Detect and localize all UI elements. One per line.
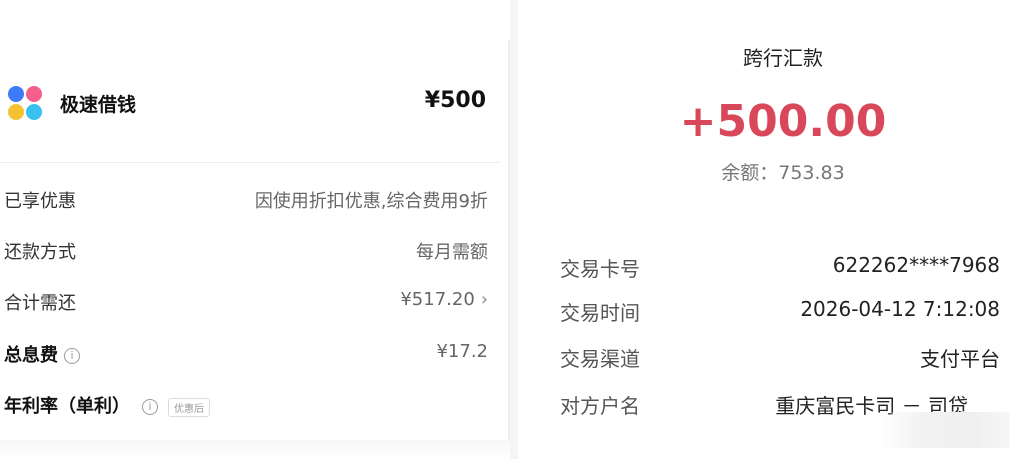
- annual-rate-row: 年利率（单利） i 优惠后: [4, 392, 488, 422]
- total-repay-row[interactable]: 合计需还 ¥517.20 ›: [4, 289, 488, 319]
- total-repay-value: ¥517.20: [400, 289, 475, 310]
- blurred-watermark: [880, 412, 1010, 448]
- card-number-label: 交易卡号: [560, 257, 640, 281]
- discount-row: 已享优惠 因使用折扣优惠,综合费用9折: [4, 187, 488, 217]
- total-interest-label-wrap: 总息费 i: [4, 341, 80, 367]
- trade-channel-label: 交易渠道: [560, 347, 640, 371]
- total-interest-label: 总息费: [4, 345, 58, 366]
- total-interest-value: ¥17.2: [436, 341, 488, 362]
- repayment-method-value: 每月需额: [416, 242, 488, 263]
- card-number-row: 交易卡号 622262****7968: [560, 253, 1000, 283]
- discount-label: 已享优惠: [4, 191, 76, 212]
- loan-amount: ¥500: [424, 88, 486, 113]
- info-icon[interactable]: i: [64, 348, 80, 364]
- four-dots-logo-icon: [8, 86, 46, 124]
- repayment-method-label: 还款方式: [4, 242, 76, 263]
- loan-summary-card: 极速借钱 ¥500 已享优惠 因使用折扣优惠,综合费用9折 还款方式 每月需额 …: [0, 0, 510, 459]
- transfer-amount: +500.00: [679, 96, 887, 147]
- trade-channel-value: 支付平台: [920, 347, 1000, 371]
- discount-tag: 优惠后: [168, 397, 210, 417]
- total-repay-value-wrap[interactable]: ¥517.20 ›: [400, 289, 488, 310]
- divider: [0, 162, 500, 163]
- trade-channel-row: 交易渠道 支付平台: [560, 343, 1000, 373]
- counterparty-label: 对方户名: [560, 394, 640, 418]
- transfer-title: 跨行汇款: [743, 46, 823, 70]
- separator-gap: [510, 0, 518, 459]
- trade-time-row: 交易时间 2026-04-12 7:12:08: [560, 297, 1000, 327]
- card-number-value: 622262****7968: [832, 253, 1000, 277]
- total-repay-label: 合计需还: [4, 293, 76, 314]
- info-icon[interactable]: i: [142, 399, 158, 415]
- annual-rate-label: 年利率（单利）: [4, 396, 130, 417]
- product-name: 极速借钱: [60, 94, 137, 116]
- annual-rate-label-wrap: 年利率（单利） i 优惠后: [4, 392, 210, 418]
- repayment-method-row: 还款方式 每月需额: [4, 238, 488, 268]
- chevron-right-icon[interactable]: ›: [481, 289, 488, 310]
- trade-time-label: 交易时间: [560, 301, 640, 325]
- total-interest-row: 总息费 i ¥17.2: [4, 341, 488, 371]
- transfer-receipt-card: 跨行汇款 +500.00 余额：753.83 交易卡号 622262****79…: [518, 22, 1010, 459]
- trade-time-value: 2026-04-12 7:12:08: [800, 297, 1000, 321]
- card-shadow: [0, 440, 510, 459]
- balance-text: 余额：753.83: [721, 162, 845, 184]
- discount-value: 因使用折扣优惠,综合费用9折: [254, 191, 488, 212]
